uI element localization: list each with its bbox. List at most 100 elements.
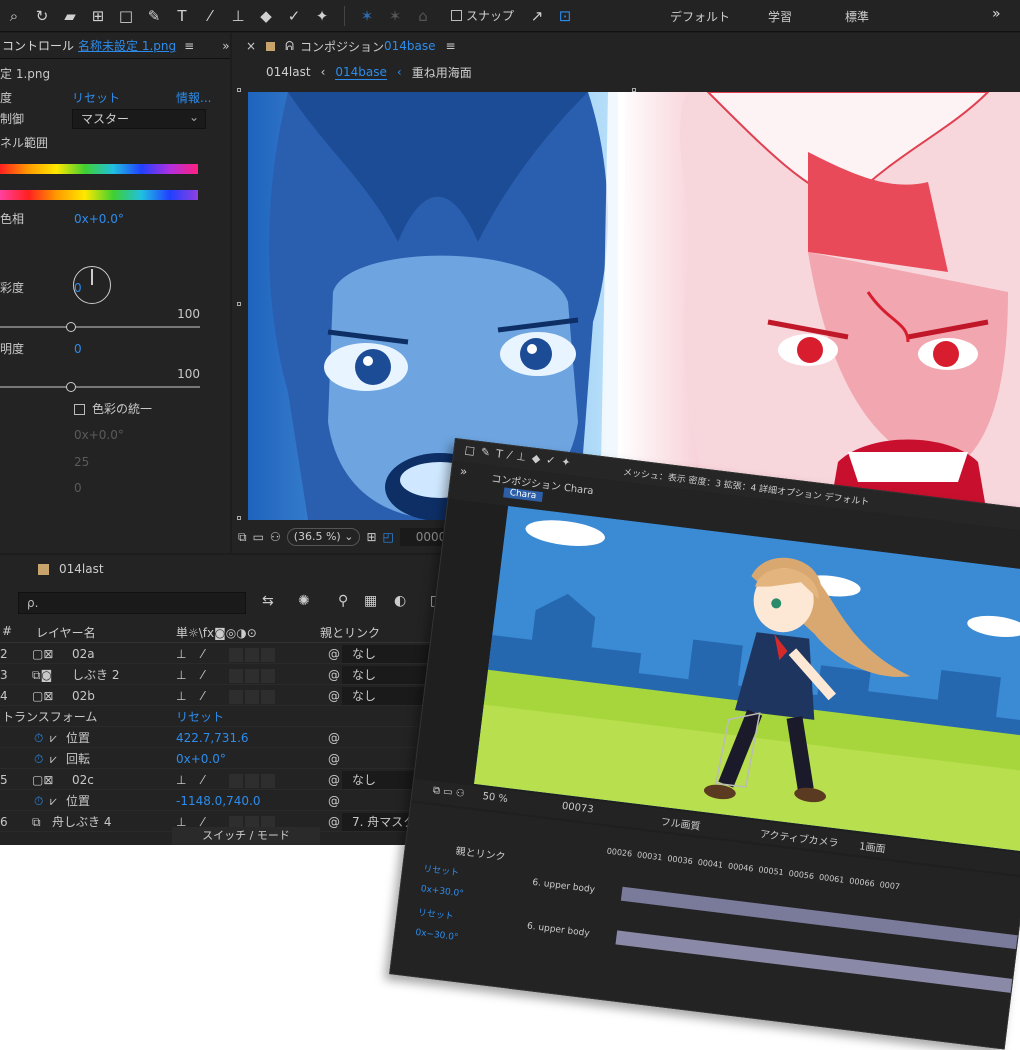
pickwhip-icon[interactable]: @ [328,728,340,748]
monitor-icon[interactable]: ▭ [253,530,264,544]
always-preview-icon[interactable]: ⧉ [238,530,247,545]
composition-viewer[interactable] [248,92,1020,520]
graph-icon[interactable]: ⩗ [50,749,57,769]
graph-icon[interactable]: ⩗ [50,728,57,748]
puppet-pin-icon[interactable]: ✶ [356,5,378,27]
snap-toggle[interactable]: スナップ [451,7,514,24]
draft-3d-icon[interactable]: ✺ [298,593,310,609]
colorize-checkbox[interactable] [74,404,85,415]
column-switches[interactable]: 単☼\fx◙◎◑⊙ [176,624,257,641]
switches-modes-toggle[interactable]: スイッチ / モード [172,827,320,845]
layer-name[interactable]: 02a [72,644,95,664]
breadcrumb-item[interactable]: 014last [266,65,311,79]
composition-tab[interactable]: × ᕱ コンポジション 014base ≡ [232,33,1020,59]
graph-icon[interactable]: ⩗ [50,791,57,811]
pickwhip-icon[interactable]: @ [328,812,340,832]
property-value[interactable]: 0x+0.0° [176,749,226,769]
layer-name[interactable]: 02c [72,770,94,790]
stopwatch-icon[interactable]: ⏱ [34,749,43,769]
layer-name[interactable]: 舟しぶき 4 [52,812,111,832]
panel-menu-icon[interactable]: ≡ [184,39,194,53]
pickwhip-icon[interactable]: @ [328,749,340,769]
frame-blending-icon[interactable]: ▦ [364,593,377,609]
grid-icon[interactable]: ⊞ [366,530,376,544]
camera-tool-icon[interactable]: ▰ [59,5,81,27]
property-group-row[interactable]: トランスフォーム リセット [0,707,470,727]
stopwatch-icon[interactable]: ⏱ [34,791,43,811]
pickwhip-icon[interactable]: @ [328,644,340,664]
panel-expand-icon[interactable]: » [222,39,229,53]
puppet-starch-icon[interactable]: ⌂ [412,5,434,27]
mask-visibility-icon[interactable]: ⚇ [270,530,281,544]
layer-switches[interactable]: ⊥ ⁄ [176,644,275,664]
breadcrumb-item-current[interactable]: 014base [335,65,387,80]
fx-hue-value[interactable]: 0x+0.0° [74,208,124,230]
workspace-default[interactable]: デフォルト [670,8,730,25]
rotate-tool-icon[interactable]: ↻ [31,5,53,27]
column-layer-name[interactable]: レイヤー名 [36,624,96,641]
layer-row[interactable]: 5 ▢⊠ 02c ⊥ ⁄ @ なし [0,768,470,790]
snap-grid-icon[interactable]: ⊡ [554,5,576,27]
workspace-standard[interactable]: 標準 [845,8,869,25]
rectangle-tool-icon[interactable]: □ [115,5,137,27]
lock-icon[interactable]: ᕱ [285,39,294,54]
pan-behind-tool-icon[interactable]: ⊞ [87,5,109,27]
layer-name[interactable]: 02b [72,686,95,706]
shy-layers-icon[interactable]: ⚲ [338,593,348,609]
motion-blur-icon[interactable]: ◐ [394,593,406,609]
pickwhip-icon[interactable]: @ [328,770,340,790]
layer-switches[interactable]: ⊥ ⁄ [176,665,275,685]
roto-brush-tool-icon[interactable]: ✓ [283,5,305,27]
layer-name[interactable]: しぶき 2 [72,665,119,685]
property-value[interactable]: 422.7,731.6 [176,728,249,748]
stamp-tool-icon[interactable]: ⊥ [227,5,249,27]
column-parent[interactable]: 親とリンク [320,624,380,641]
channel-control-select[interactable]: マスター ⌄ [72,109,206,129]
brush-tool-icon[interactable]: ⁄ [199,5,221,27]
saturation-slider-handle[interactable] [66,322,76,332]
property-row[interactable]: ⏱ ⩗ 位置 -1148.0,740.0 @ [0,791,470,811]
workspace-learn[interactable]: 学習 [768,8,792,25]
puppet-overlap-icon[interactable]: ✶ [384,5,406,27]
fx-reset-link[interactable]: リセット [72,87,120,109]
layer-switches[interactable]: ⊥ ⁄ [176,770,275,790]
layer-row[interactable]: 2 ▢⊠ 02a ⊥ ⁄ @ なし [0,642,470,664]
fx-info-link[interactable]: 情報... [176,87,211,109]
layer-search-input[interactable]: ρ. [18,592,246,614]
workspace-more-icon[interactable]: » [992,6,1001,22]
comp-edge-handle[interactable] [632,88,636,92]
transform-reset-link[interactable]: リセット [176,707,224,727]
puppet-tool-icon[interactable]: ✦ [311,5,333,27]
type-tool-icon[interactable]: T [171,5,193,27]
lightness-slider-track[interactable] [0,386,200,388]
snap-edges-icon[interactable]: ↗ [526,5,548,27]
layer-switches[interactable]: ⊥ ⁄ [176,686,275,706]
panel-menu-icon[interactable]: ≡ [446,39,456,53]
saturation-slider-track[interactable] [0,326,200,328]
magnification-select[interactable]: (36.5 %) ⌄ [286,528,361,546]
effect-controls-tab-file[interactable]: 名称未設定 1.png [78,37,176,54]
fx-lightness-value[interactable]: 0 [74,338,82,360]
lightness-slider-handle[interactable] [66,382,76,392]
pickwhip-icon[interactable]: @ [328,665,340,685]
pickwhip-icon[interactable]: @ [328,686,340,706]
fx-saturation-value[interactable]: 0 [74,277,82,299]
property-row[interactable]: ⏱ ⩗ 回転 0x+0.0° @ [0,749,470,769]
layer-row[interactable]: 4 ▢⊠ 02b ⊥ ⁄ @ なし [0,684,470,706]
snap-checkbox[interactable] [451,10,462,21]
property-row[interactable]: ⏱ ⩗ 位置 422.7,731.6 @ [0,728,470,748]
comp-corner-handle[interactable] [237,88,241,92]
layer-row[interactable]: 3 ⧉◙ しぶき 2 ⊥ ⁄ @ なし [0,663,470,685]
pickwhip-icon[interactable]: @ [328,791,340,811]
stopwatch-icon[interactable]: ⏱ [34,728,43,748]
comp-mini-flowchart-icon[interactable]: ⇆ [262,593,274,609]
eraser-tool-icon[interactable]: ◆ [255,5,277,27]
comp-corner-handle[interactable] [237,516,241,520]
close-icon[interactable]: × [246,39,256,53]
comp-edge-handle[interactable] [237,302,241,306]
pen-tool-icon[interactable]: ✎ [143,5,165,27]
property-value[interactable]: -1148.0,740.0 [176,791,261,811]
property-group-name[interactable]: トランスフォーム [2,707,97,727]
effect-controls-tab[interactable]: コントロール 名称未設定 1.png ≡ » [0,33,230,59]
breadcrumb-item[interactable]: 重ね用海面 [412,64,472,81]
